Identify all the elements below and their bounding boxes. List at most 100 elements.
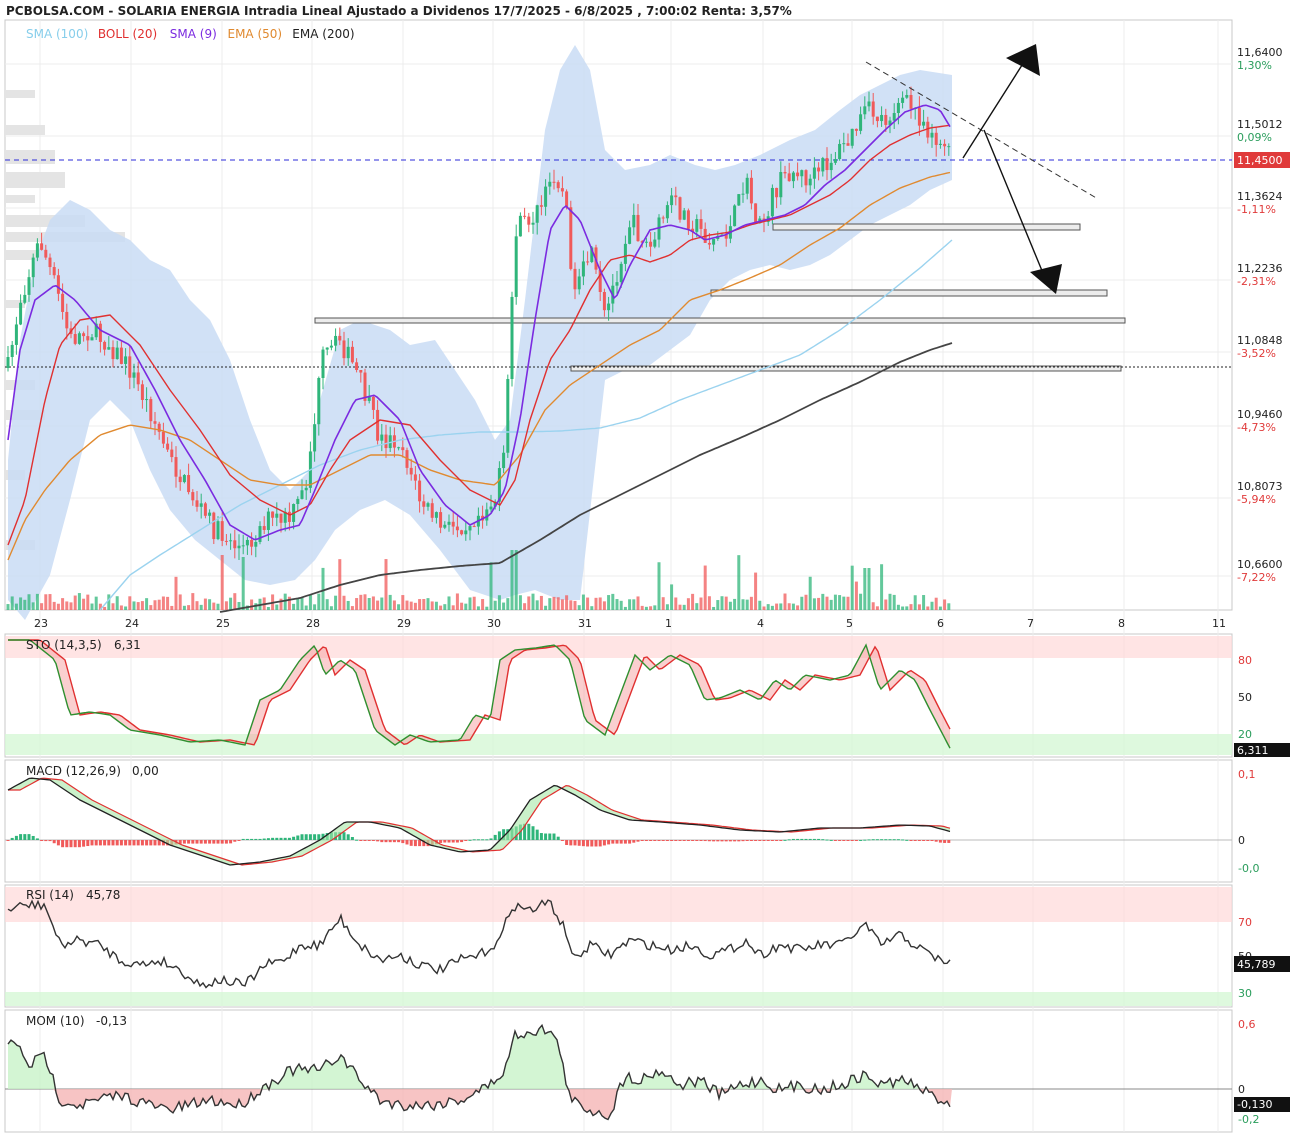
- candle-body: [901, 97, 905, 103]
- price-tick-pct: -2,31%: [1237, 275, 1276, 288]
- volume-bar: [439, 605, 443, 610]
- volume-bar: [149, 605, 153, 610]
- candle-body: [73, 334, 77, 344]
- macd-hist-bar: [859, 839, 863, 841]
- volume-bar: [14, 603, 18, 610]
- macd-hist-bar: [90, 840, 94, 846]
- macd-hist-bar: [241, 838, 245, 840]
- macd-hist-bar: [699, 840, 703, 841]
- volume-bar: [703, 565, 707, 610]
- volume-bar: [195, 601, 199, 610]
- macd-hist-bar: [111, 840, 115, 846]
- candle-body: [506, 379, 510, 453]
- volume-bar: [376, 600, 380, 610]
- volume-bar: [754, 572, 758, 610]
- volume-bar: [808, 576, 812, 610]
- candle-body: [195, 500, 199, 507]
- macd-hist-bar: [661, 840, 665, 841]
- volume-bar: [313, 604, 317, 610]
- price-tick-pct: -1,11%: [1237, 203, 1276, 216]
- candle-body: [31, 257, 35, 278]
- volume-bar: [531, 593, 535, 610]
- macd-hist-bar: [308, 834, 312, 840]
- volume-bar: [334, 595, 338, 610]
- candle-body: [741, 193, 745, 195]
- volume-bar: [653, 605, 657, 610]
- volume-bar: [111, 603, 115, 610]
- macd-hist-bar: [565, 840, 569, 846]
- candle-body: [300, 490, 304, 499]
- macd-hist-bar: [418, 840, 422, 847]
- volume-bar: [867, 568, 871, 610]
- candle-body: [829, 162, 833, 171]
- macd-hist-bar: [787, 839, 791, 841]
- candle-body: [917, 107, 921, 126]
- volume-bar: [917, 604, 921, 610]
- candle-body: [250, 539, 254, 547]
- macd-hist-bar: [535, 829, 539, 840]
- candle-body: [770, 187, 774, 217]
- candle-body: [607, 303, 611, 311]
- macd-hist-bar: [216, 840, 220, 844]
- macd-hist-bar: [258, 838, 262, 840]
- volume-bar: [300, 597, 304, 610]
- volume-bar: [384, 559, 388, 610]
- volume-bar: [502, 602, 506, 610]
- candle-body: [111, 347, 115, 360]
- candle-body: [636, 214, 640, 242]
- volume-bar: [880, 564, 884, 610]
- volume-bar: [86, 594, 90, 610]
- candle-body: [737, 194, 741, 206]
- macd-hist-bar: [350, 837, 354, 840]
- candle-body: [279, 513, 283, 523]
- volume-bar: [665, 604, 669, 610]
- volume-bar: [506, 598, 510, 610]
- volume-bar: [35, 593, 39, 610]
- volume-bar: [472, 596, 476, 610]
- volume-bar: [842, 596, 846, 610]
- macd-hist-bar: [745, 840, 749, 841]
- macd-hist-bar: [833, 840, 837, 841]
- candle-body: [334, 335, 338, 346]
- volume-bar: [838, 595, 842, 610]
- macd-hist-bar: [199, 840, 203, 844]
- candle-body: [44, 249, 48, 258]
- candle-body: [686, 210, 690, 229]
- macd-hist-bar: [938, 840, 942, 843]
- candle-body: [544, 186, 548, 207]
- volume-bar: [859, 593, 863, 610]
- volume-bar: [6, 604, 10, 610]
- macd-hist-bar: [863, 839, 867, 841]
- volume-bar: [304, 605, 308, 610]
- candle-body: [535, 205, 539, 223]
- macd-hist-bar: [6, 840, 10, 841]
- candle-body: [661, 217, 665, 219]
- macd-hist-bar: [728, 840, 732, 842]
- candle-body: [430, 503, 434, 518]
- macd-hist-bar: [460, 840, 464, 843]
- mom-panel: [5, 1023, 1232, 1121]
- rsi-tick-30: 30: [1238, 987, 1252, 1000]
- macd-hist-bar: [762, 840, 766, 841]
- volume-bar: [905, 606, 909, 610]
- volume-bar: [619, 600, 623, 610]
- macd-hist-bar: [770, 840, 774, 841]
- candle-body: [422, 501, 426, 507]
- macd-hist-bar: [581, 840, 585, 847]
- candle-body: [577, 276, 581, 290]
- volume-bar: [451, 605, 455, 610]
- volume-bar: [678, 604, 682, 610]
- x-tick: 7: [1027, 617, 1034, 630]
- macd-tick-bottom: -0,0: [1238, 862, 1259, 875]
- volume-bar: [934, 597, 938, 610]
- volume-bar: [119, 605, 123, 610]
- macd-hist-bar: [892, 839, 896, 841]
- macd-hist-bar: [384, 840, 388, 843]
- macd-value: 0,00: [132, 764, 159, 778]
- volume-bar: [103, 606, 107, 610]
- volume-bar: [182, 605, 186, 610]
- x-tick: 29: [397, 617, 411, 630]
- volume-bar: [670, 584, 674, 610]
- macd-hist-bar: [69, 840, 73, 848]
- candle-body: [510, 296, 514, 380]
